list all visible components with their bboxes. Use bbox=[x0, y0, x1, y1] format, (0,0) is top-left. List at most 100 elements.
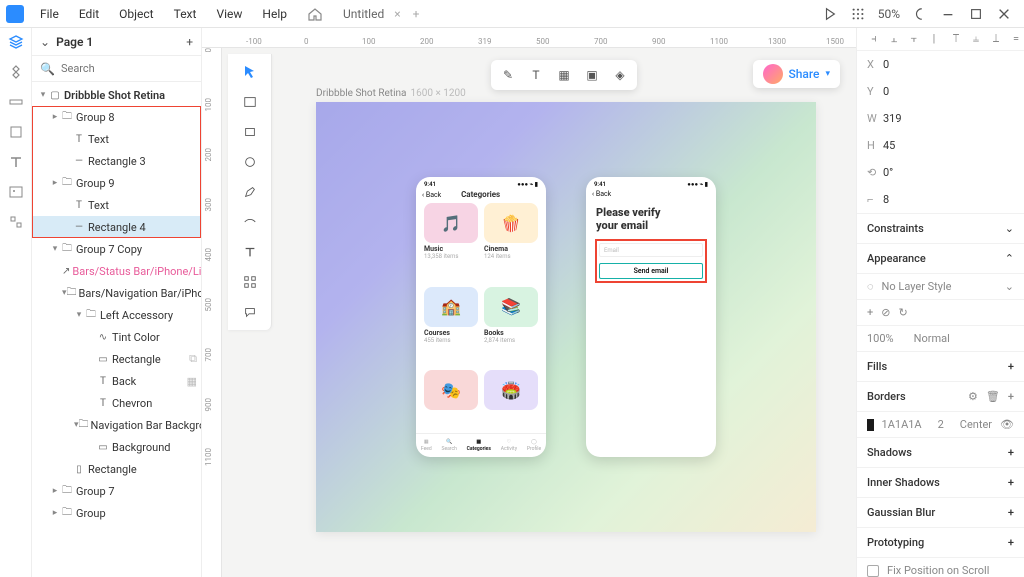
email-field: Email bbox=[599, 243, 703, 257]
avatar bbox=[763, 64, 783, 84]
pos-h[interactable]: 45 bbox=[883, 139, 895, 152]
styles-mode-icon[interactable] bbox=[8, 214, 24, 230]
group-icon[interactable]: ▣ bbox=[583, 66, 601, 84]
layer-row[interactable]: ▯Rectangle bbox=[32, 458, 201, 480]
layer-row[interactable]: ▸🗀Group 7 bbox=[32, 480, 201, 502]
app-logo[interactable] bbox=[6, 5, 24, 23]
layer-row[interactable]: TText bbox=[32, 128, 201, 150]
appearance-section[interactable]: Appearance⌃ bbox=[857, 244, 1024, 274]
settings-icon[interactable]: ⚙ bbox=[968, 390, 978, 403]
layer-row[interactable]: ▸🗀Group 9 bbox=[32, 172, 201, 194]
layer-row[interactable]: ▸🗀Group bbox=[32, 502, 201, 524]
artboard[interactable]: 9:41●●● ⌁ ▮ ‹ BackCategories 🎵Music13,35… bbox=[316, 102, 816, 532]
canvas-area: -10001002003195007009001100130015001700 … bbox=[202, 28, 856, 577]
window-close-icon[interactable] bbox=[996, 6, 1012, 22]
comment-tool-icon[interactable] bbox=[240, 302, 260, 322]
layer-row[interactable]: TChevron bbox=[32, 392, 201, 414]
edit-icon[interactable]: ✎ bbox=[499, 66, 517, 84]
pos-radius[interactable]: 8 bbox=[883, 193, 889, 206]
layer-row[interactable]: ▾🗀Group 7 Copy bbox=[32, 238, 201, 260]
border-swatch[interactable] bbox=[867, 419, 874, 431]
add-page-icon[interactable]: + bbox=[186, 35, 193, 49]
component-icon[interactable]: ◈ bbox=[611, 66, 629, 84]
layer-row[interactable]: ▭Background bbox=[32, 436, 201, 458]
fills-section[interactable]: Fills+ bbox=[857, 352, 1024, 382]
pos-w[interactable]: 319 bbox=[883, 112, 902, 125]
share-pill[interactable]: Share ▾ bbox=[753, 60, 841, 88]
layer-order-icon[interactable]: ▦ bbox=[555, 66, 573, 84]
inspector-panel: ⫞⫠⫟| ⟙⫨⟘= X0 Y0 W319 H45 ⟲0° ⌐8 Constrai… bbox=[856, 28, 1024, 577]
zoom-level[interactable]: 50% bbox=[878, 7, 900, 21]
align-vertical-group[interactable]: ⟙⫨⟘= bbox=[949, 32, 1023, 46]
pencil-tool-icon[interactable] bbox=[240, 212, 260, 232]
menu-edit[interactable]: Edit bbox=[71, 5, 107, 23]
blur-section[interactable]: Gaussian Blur+ bbox=[857, 498, 1024, 528]
phone-categories: 9:41●●● ⌁ ▮ ‹ BackCategories 🎵Music13,35… bbox=[416, 177, 546, 457]
doc-tab-title[interactable]: Untitled bbox=[335, 5, 392, 23]
layer-row[interactable]: ▾▢Dribbble Shot Retina bbox=[32, 84, 201, 106]
text-tool-icon[interactable] bbox=[240, 242, 260, 262]
layer-row[interactable]: ▸🗀Group 8 bbox=[32, 106, 201, 128]
layers-mode-icon[interactable] bbox=[8, 34, 24, 50]
menu-help[interactable]: Help bbox=[254, 5, 295, 23]
window-min-icon[interactable] bbox=[940, 6, 956, 22]
trash-icon[interactable]: 🗑 bbox=[986, 390, 1000, 403]
phone-verify: 9:41●●● ⌁ ▮ ‹ Back Please verifyyour ema… bbox=[586, 177, 716, 457]
ruler-mode-icon[interactable] bbox=[8, 94, 24, 110]
doc-tab-close[interactable]: × bbox=[394, 7, 400, 21]
layer-row[interactable]: ▾🗀Bars/Navigation Bar/iPhone... bbox=[32, 282, 201, 304]
inner-shadows-section[interactable]: Inner Shadows+ bbox=[857, 468, 1024, 498]
pos-y[interactable]: 0 bbox=[883, 85, 889, 98]
selection-toolbar: ✎ T ▦ ▣ ◈ bbox=[491, 60, 637, 90]
pen-tool-icon[interactable] bbox=[240, 182, 260, 202]
menu-object[interactable]: Object bbox=[111, 5, 161, 23]
play-icon[interactable] bbox=[822, 6, 838, 22]
image-mode-icon[interactable] bbox=[8, 184, 24, 200]
layer-row[interactable]: TBack▦ bbox=[32, 370, 201, 392]
layer-row[interactable]: TText bbox=[32, 194, 201, 216]
menu-file[interactable]: File bbox=[32, 5, 67, 23]
border-row[interactable]: 1A1A1A 2 Center 👁 bbox=[857, 412, 1024, 438]
rect-tool-icon[interactable] bbox=[240, 122, 260, 142]
shadows-section[interactable]: Shadows+ bbox=[857, 438, 1024, 468]
layer-row[interactable]: ▾🗀Navigation Bar Background bbox=[32, 414, 201, 436]
apps-tool-icon[interactable] bbox=[240, 272, 260, 292]
pos-rot[interactable]: 0° bbox=[883, 166, 893, 179]
visibility-icon[interactable]: 👁 bbox=[1000, 418, 1014, 431]
layer-search-input[interactable] bbox=[61, 62, 201, 75]
artboard-label[interactable]: Dribbble Shot Retina1600 × 1200 bbox=[316, 88, 466, 99]
layer-style-row[interactable]: ◌No Layer Style⌄ bbox=[857, 274, 1024, 300]
layer-row[interactable]: ▾🗀Left Accessory bbox=[32, 304, 201, 326]
prototyping-section[interactable]: Prototyping+ bbox=[857, 528, 1024, 558]
layer-row[interactable]: ∿Tint Color bbox=[32, 326, 201, 348]
align-horizontal-group[interactable]: ⫞⫠⫟| bbox=[867, 32, 941, 46]
layer-row[interactable]: —Rectangle 3 bbox=[32, 150, 201, 172]
appearance-actions[interactable]: +⊘↻ bbox=[857, 300, 1024, 326]
pos-x[interactable]: 0 bbox=[883, 58, 889, 71]
home-icon[interactable] bbox=[307, 6, 323, 22]
components-mode-icon[interactable] bbox=[8, 64, 24, 80]
page-name[interactable]: Page 1 bbox=[56, 35, 186, 49]
menu-view[interactable]: View bbox=[208, 5, 250, 23]
theme-icon[interactable] bbox=[912, 6, 928, 22]
opacity-row[interactable]: 100%Normal bbox=[857, 326, 1024, 352]
canvas-stage[interactable]: ✎ T ▦ ▣ ◈ Share ▾ Dribbble Shot Retina16… bbox=[272, 48, 856, 577]
select-tool-icon[interactable] bbox=[240, 62, 260, 82]
window-max-icon[interactable] bbox=[968, 6, 984, 22]
frame-mode-icon[interactable] bbox=[8, 124, 24, 140]
menu-text[interactable]: Text bbox=[166, 5, 205, 23]
selection-outline: Email Send email bbox=[596, 240, 706, 282]
text-mode-icon[interactable] bbox=[8, 154, 24, 170]
ellipse-tool-icon[interactable] bbox=[240, 152, 260, 172]
fixpos-row[interactable]: Fix Position on Scroll bbox=[857, 558, 1024, 577]
constraints-section[interactable]: Constraints⌄ bbox=[857, 214, 1024, 244]
layer-row[interactable]: —Rectangle 4 bbox=[32, 216, 201, 238]
layer-row[interactable]: ▭Rectangle⧉ bbox=[32, 348, 201, 370]
frame-tool-icon[interactable] bbox=[240, 92, 260, 112]
layer-row[interactable]: ↗Bars/Status Bar/iPhone/Light bbox=[32, 260, 201, 282]
grid-icon[interactable] bbox=[850, 6, 866, 22]
text-icon[interactable]: T bbox=[527, 66, 545, 84]
doc-tab-add[interactable]: + bbox=[413, 7, 420, 21]
borders-section[interactable]: Borders⚙🗑+ bbox=[857, 382, 1024, 412]
page-chevron-icon[interactable]: ⌄ bbox=[40, 35, 50, 49]
